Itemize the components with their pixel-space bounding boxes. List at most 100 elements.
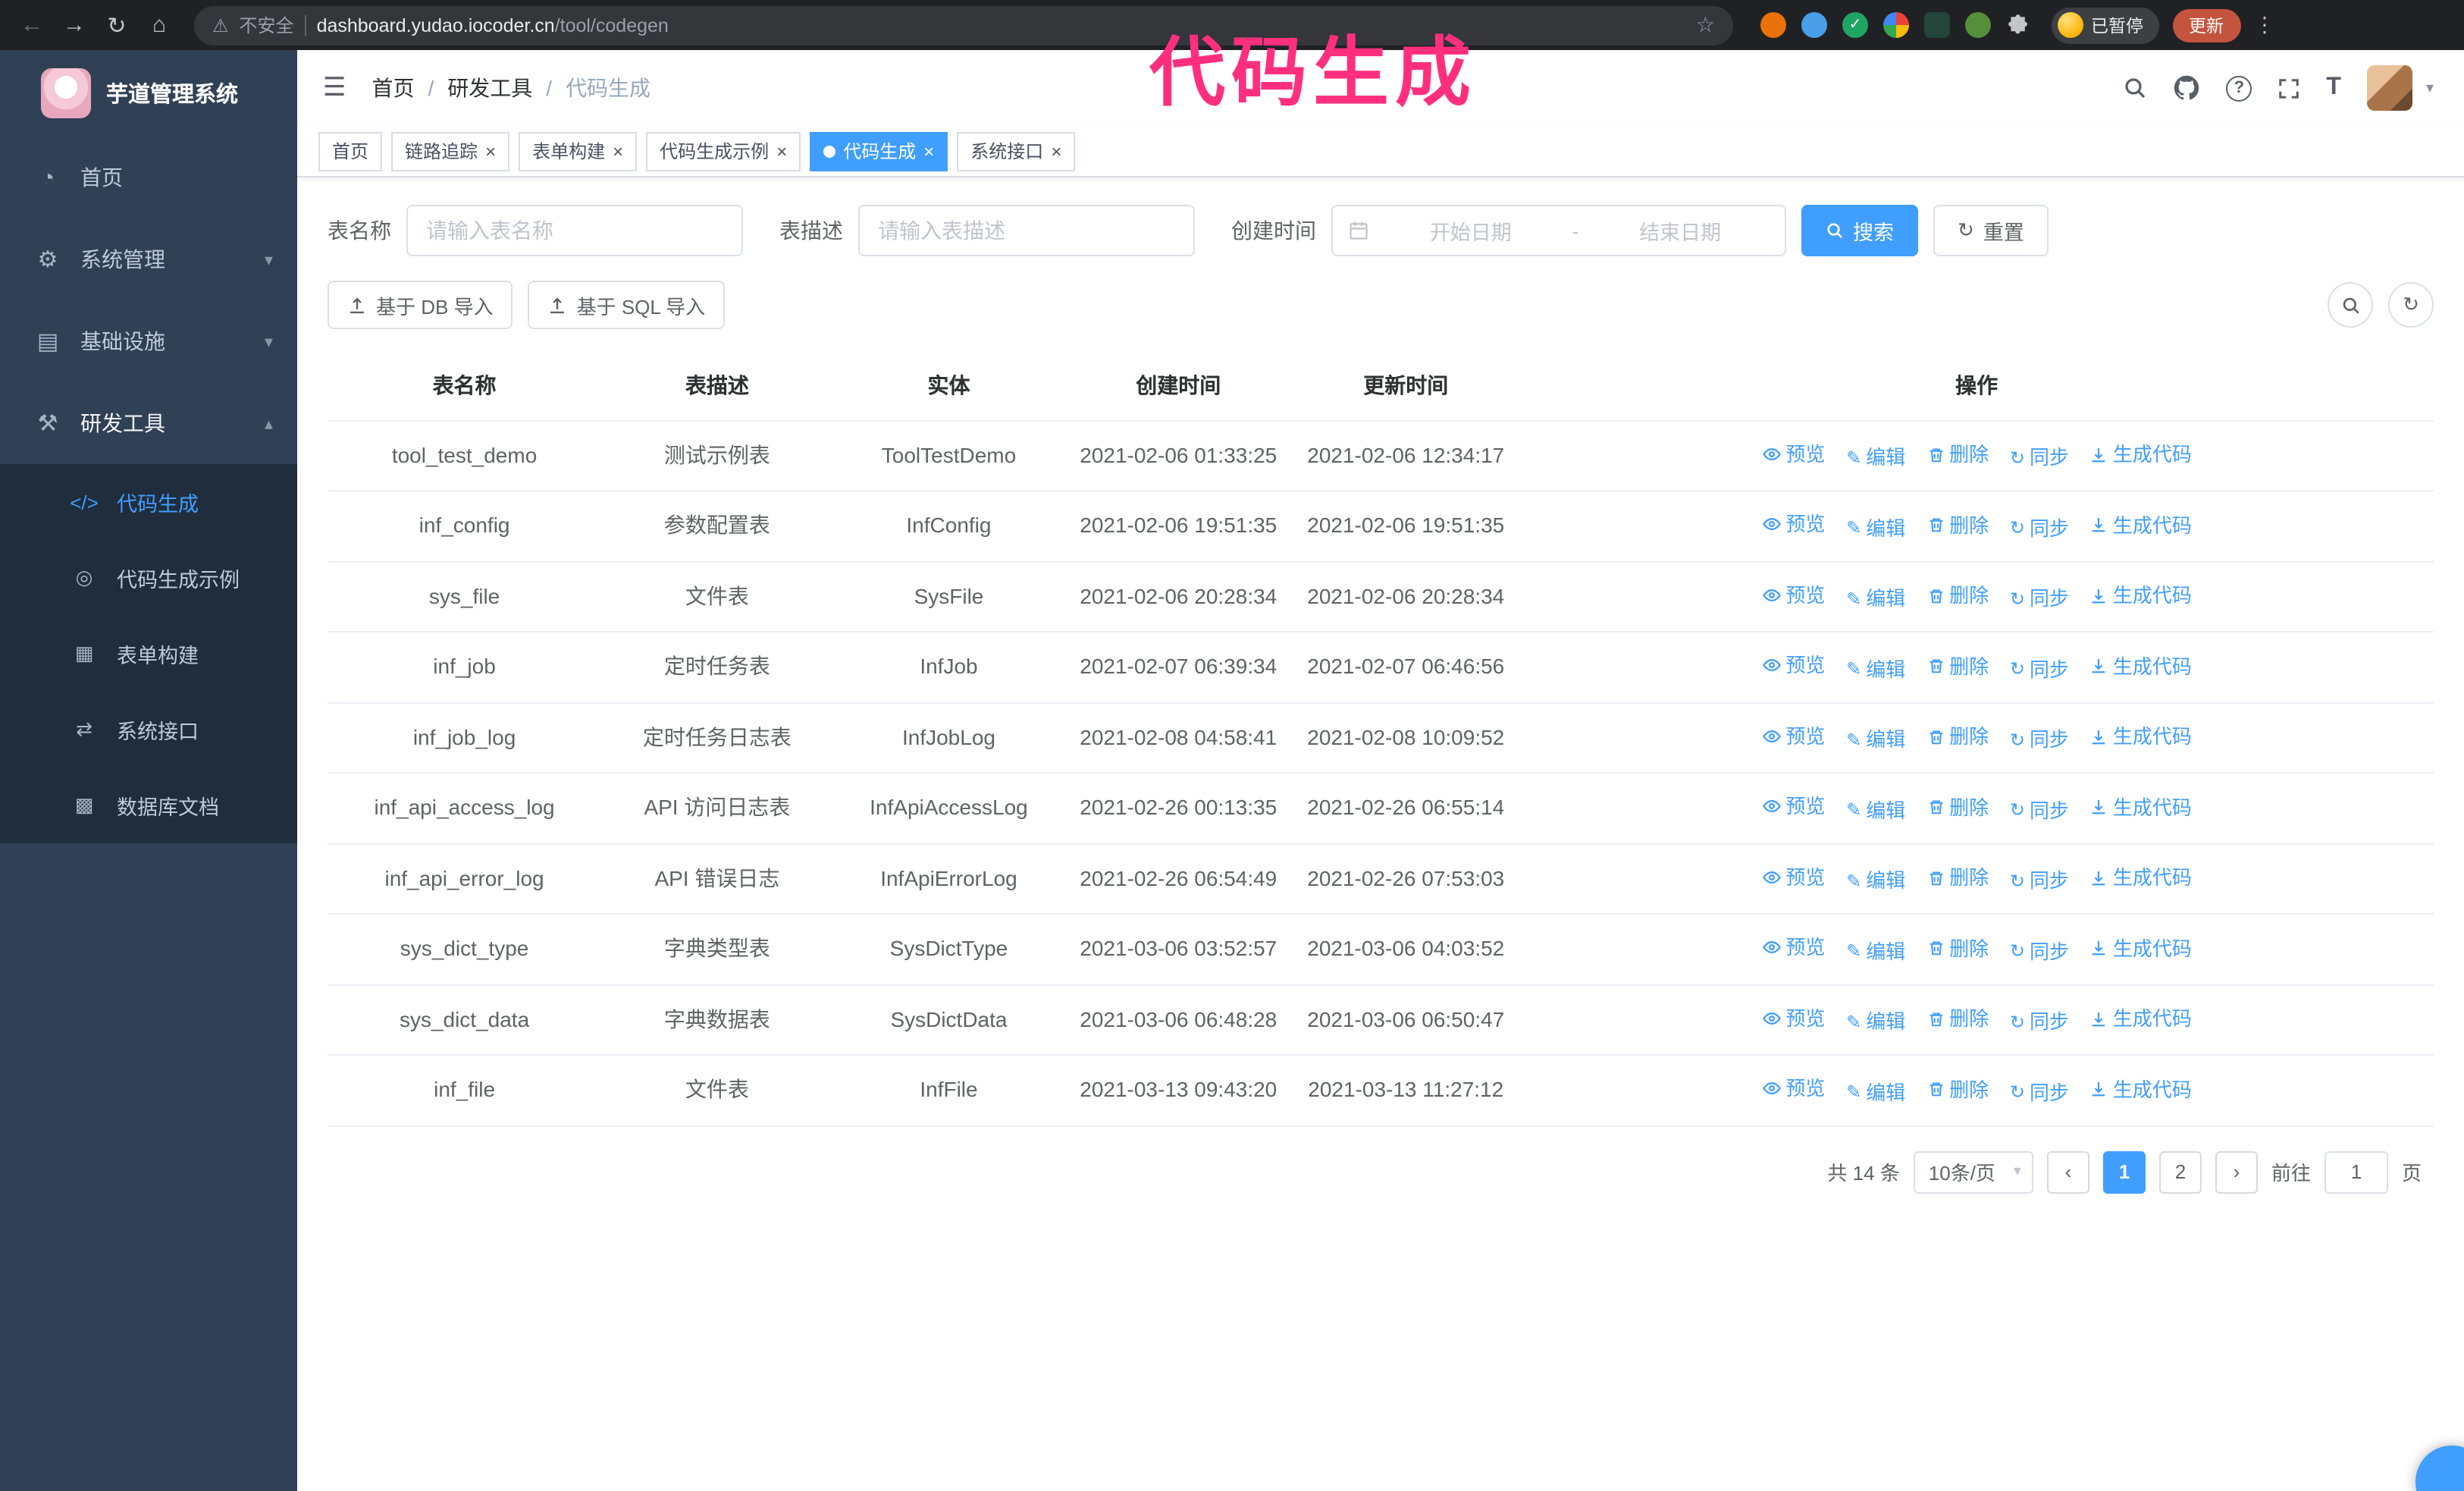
extension-leaf-icon[interactable] (1965, 12, 1991, 38)
next-page-button[interactable]: › (2215, 1150, 2258, 1193)
hamburger-icon[interactable]: ☰ (297, 73, 372, 103)
sidebar-item-system[interactable]: ⚙ 系统管理 ▾ (0, 218, 297, 300)
generate-code-link[interactable]: 生成代码 (2090, 650, 2192, 682)
sync-link[interactable]: ↻ 同步 (2010, 865, 2069, 896)
app-logo[interactable]: 芋道管理系统 (0, 50, 297, 137)
preview-link[interactable]: 预览 (1761, 720, 1825, 752)
generate-code-link[interactable]: 生成代码 (2090, 862, 2192, 893)
preview-link[interactable]: 预览 (1761, 579, 1825, 611)
user-avatar[interactable] (2366, 65, 2412, 111)
date-range-picker[interactable]: 开始日期 - 结束日期 (1331, 205, 1786, 256)
tab-form-builder[interactable]: 表单构建 × (519, 131, 638, 171)
import-db-button[interactable]: 基于 DB 导入 (328, 281, 513, 329)
preview-link[interactable]: 预览 (1761, 649, 1825, 681)
bookmark-star-icon[interactable]: ☆ (1696, 12, 1715, 38)
fullscreen-icon[interactable] (2277, 77, 2300, 99)
generate-code-link[interactable]: 生成代码 (2090, 438, 2192, 470)
prev-page-button[interactable]: ‹ (2046, 1150, 2089, 1193)
delete-link[interactable]: 删除 (1926, 862, 1989, 893)
search-icon[interactable] (2123, 76, 2147, 100)
close-icon[interactable]: × (923, 142, 934, 160)
edit-link[interactable]: ✎ 编辑 (1846, 441, 1905, 473)
font-size-icon[interactable]: T (2326, 74, 2341, 102)
sidebar-item-form-builder[interactable]: ▦ 表单构建 (0, 616, 297, 692)
sync-link[interactable]: ↻ 同步 (2010, 653, 2069, 685)
github-icon[interactable] (2173, 74, 2200, 102)
extension-colorful-icon[interactable] (1883, 12, 1909, 38)
edit-link[interactable]: ✎ 编辑 (1846, 935, 1905, 967)
tab-system-api[interactable]: 系统接口 × (957, 131, 1076, 171)
preview-link[interactable]: 预览 (1761, 861, 1825, 893)
delete-link[interactable]: 删除 (1926, 720, 1989, 752)
generate-code-link[interactable]: 生成代码 (2090, 1073, 2192, 1105)
sync-link[interactable]: ↻ 同步 (2010, 441, 2069, 473)
close-icon[interactable]: × (1051, 142, 1061, 160)
edit-link[interactable]: ✎ 编辑 (1846, 582, 1905, 614)
sync-link[interactable]: ↻ 同步 (2010, 794, 2069, 826)
preview-link[interactable]: 预览 (1761, 931, 1825, 963)
reload-icon[interactable]: ↻ (97, 5, 136, 45)
sidebar-item-system-api[interactable]: ⇄ 系统接口 (0, 692, 297, 767)
tab-trace[interactable]: 链路追踪 × (391, 131, 510, 171)
generate-code-link[interactable]: 生成代码 (2090, 579, 2192, 611)
date-end-placeholder[interactable]: 结束日期 (1591, 215, 1770, 246)
sidebar-item-codegen[interactable]: </> 代码生成 (0, 464, 297, 540)
delete-link[interactable]: 删除 (1926, 438, 1989, 470)
preview-link[interactable]: 预览 (1761, 1072, 1825, 1104)
delete-link[interactable]: 删除 (1926, 650, 1989, 682)
breadcrumb-devtools[interactable]: 研发工具 (447, 73, 532, 103)
preview-link[interactable]: 预览 (1761, 790, 1825, 822)
edit-link[interactable]: ✎ 编辑 (1846, 794, 1905, 826)
tab-codegen[interactable]: 代码生成 × (810, 131, 948, 171)
refresh-table-button[interactable]: ↻ (2388, 282, 2434, 328)
sidebar-item-home[interactable]: ◔ 首页 (0, 137, 297, 218)
chevron-down-icon[interactable]: ▾ (2426, 80, 2434, 96)
url-text[interactable]: dashboard.yudao.iocoder.cn/tool/codegen (317, 14, 669, 36)
page-1-button[interactable]: 1 (2102, 1150, 2146, 1193)
generate-code-link[interactable]: 生成代码 (2090, 720, 2192, 752)
import-sql-button[interactable]: 基于 SQL 导入 (528, 281, 726, 329)
home-icon[interactable]: ⌂ (140, 5, 179, 45)
preview-link[interactable]: 预览 (1761, 438, 1825, 469)
delete-link[interactable]: 删除 (1926, 1003, 1989, 1034)
edit-link[interactable]: ✎ 编辑 (1846, 512, 1905, 544)
breadcrumb-home[interactable]: 首页 (372, 73, 415, 103)
extension-blue-icon[interactable] (1801, 12, 1827, 38)
extensions-puzzle-icon[interactable] (2006, 13, 2030, 37)
close-icon[interactable]: × (613, 142, 623, 160)
toggle-search-button[interactable] (2328, 282, 2373, 328)
extension-green-check-icon[interactable]: ✓ (1842, 12, 1868, 38)
sync-link[interactable]: ↻ 同步 (2010, 724, 2069, 755)
back-icon[interactable]: ← (12, 5, 52, 45)
sync-link[interactable]: ↻ 同步 (2010, 1006, 2069, 1037)
search-button[interactable]: 搜索 (1801, 205, 1918, 256)
goto-page-input[interactable] (2324, 1150, 2388, 1193)
page-size-select[interactable]: 10条/页 ▾ (1913, 1150, 2033, 1193)
generate-code-link[interactable]: 生成代码 (2090, 1003, 2192, 1034)
extension-dark-icon[interactable] (1924, 12, 1950, 38)
generate-code-link[interactable]: 生成代码 (2090, 509, 2192, 541)
generate-code-link[interactable]: 生成代码 (2090, 791, 2192, 823)
table-name-input[interactable] (406, 205, 743, 256)
help-icon[interactable]: ? (2226, 75, 2252, 101)
page-2-button[interactable]: 2 (2158, 1150, 2202, 1193)
forward-icon[interactable]: → (55, 5, 94, 45)
edit-link[interactable]: ✎ 编辑 (1846, 1076, 1905, 1108)
browser-update-button[interactable]: 更新 (2172, 8, 2240, 42)
security-label[interactable]: 不安全 (240, 12, 294, 38)
reset-button[interactable]: ↻ 重置 (1933, 205, 2049, 256)
close-icon[interactable]: × (776, 142, 787, 160)
delete-link[interactable]: 删除 (1926, 932, 1989, 964)
tab-codegen-example[interactable]: 代码生成示例 × (646, 131, 801, 171)
table-desc-input[interactable] (858, 205, 1195, 256)
sidebar-item-infra[interactable]: ▤ 基础设施 ▾ (0, 300, 297, 382)
delete-link[interactable]: 删除 (1926, 579, 1989, 611)
address-bar[interactable]: ⚠ 不安全 dashboard.yudao.iocoder.cn/tool/co… (194, 5, 1733, 45)
edit-link[interactable]: ✎ 编辑 (1846, 865, 1905, 896)
sync-link[interactable]: ↻ 同步 (2010, 935, 2069, 967)
close-icon[interactable]: × (485, 142, 496, 160)
tab-home[interactable]: 首页 (318, 131, 383, 171)
browser-menu-icon[interactable]: ⋮ (2254, 12, 2275, 38)
edit-link[interactable]: ✎ 编辑 (1846, 653, 1905, 685)
sync-link[interactable]: ↻ 同步 (2010, 1076, 2069, 1108)
